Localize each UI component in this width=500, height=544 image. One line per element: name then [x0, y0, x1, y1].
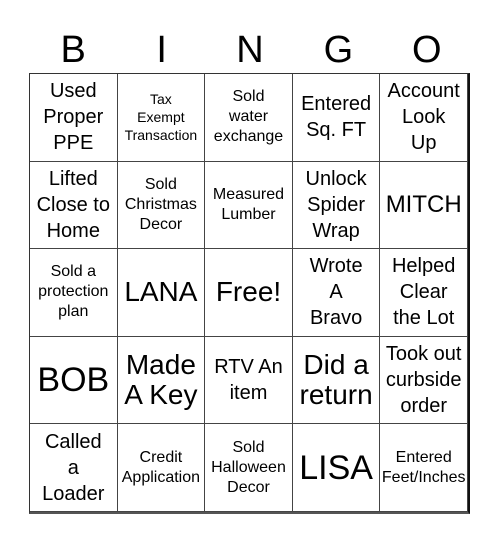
cell-label: Sold a protection plan	[38, 263, 109, 321]
bingo-cell[interactable]: BOB	[30, 336, 118, 425]
cell-label: LANA	[124, 276, 198, 308]
bingo-cell[interactable]: Did a return	[292, 336, 381, 425]
cell-label: Unlock Spider Wrap	[305, 167, 367, 242]
cell-label: Took out curbside order	[385, 343, 462, 418]
cell-label: Entered Feet/Inches	[381, 448, 466, 486]
cell-label: Free!	[215, 276, 282, 308]
cell-label: Credit Application	[121, 448, 201, 486]
bingo-cell[interactable]: Lifted Close to Home	[30, 161, 118, 250]
bingo-cell[interactable]: Called a Loader	[30, 424, 118, 512]
cell-label: Helped Clear the Lot	[391, 255, 456, 330]
cell-label: Entered Sq. FT	[301, 93, 372, 142]
cell-label: Wrote A Bravo	[309, 255, 363, 330]
cell-label: Measured Lumber	[212, 185, 285, 223]
cell-label: Called a Loader	[42, 430, 105, 505]
cell-label: Sold Christmas Decor	[124, 175, 197, 233]
bingo-cell[interactable]: Made A Key	[117, 336, 206, 425]
bingo-cell[interactable]: Took out curbside order	[380, 336, 468, 425]
cell-label: RTV An item	[214, 356, 283, 405]
cell-label: LISA	[299, 448, 373, 487]
bingo-cell[interactable]: Entered Sq. FT	[292, 74, 381, 162]
cell-label: Account Look Up	[387, 80, 460, 155]
cell-label: Sold Halloween Decor	[211, 438, 286, 496]
header-letter-b: B	[60, 29, 86, 71]
free-space-cell[interactable]: Free!	[205, 249, 293, 337]
bingo-cell[interactable]: Measured Lumber	[205, 161, 293, 250]
bingo-cell[interactable]: Sold a protection plan	[30, 249, 118, 337]
bingo-cell[interactable]: Account Look Up	[380, 74, 468, 162]
cell-label: Sold water exchange	[213, 88, 284, 146]
bingo-cell[interactable]: Used Proper PPE	[30, 74, 118, 162]
bingo-cell[interactable]: RTV An item	[205, 336, 293, 425]
bingo-cell[interactable]: Sold water exchange	[205, 74, 293, 162]
cell-label: MITCH	[385, 191, 462, 219]
header-letter-i: I	[156, 29, 167, 71]
header-letter-g: G	[323, 29, 354, 71]
bingo-cell[interactable]: Sold Christmas Decor	[117, 161, 206, 250]
cell-label: Used Proper PPE	[43, 80, 104, 155]
bingo-header: B I N G O	[29, 28, 471, 72]
bingo-cell[interactable]: Credit Application	[117, 424, 206, 512]
bingo-cell[interactable]: Sold Halloween Decor	[205, 424, 293, 512]
cell-label: BOB	[37, 361, 110, 400]
bingo-cell[interactable]: LISA	[292, 424, 381, 512]
bingo-cell[interactable]: Tax Exempt Transaction	[117, 74, 206, 162]
bingo-cell[interactable]: Wrote A Bravo	[292, 249, 381, 337]
cell-label: Lifted Close to Home	[36, 167, 110, 242]
cell-label: Made A Key	[124, 349, 198, 411]
bingo-cell[interactable]: Helped Clear the Lot	[380, 249, 468, 337]
cell-label: Did a return	[299, 349, 373, 411]
bingo-cell[interactable]: MITCH	[380, 161, 468, 250]
cell-label: Tax Exempt Transaction	[124, 91, 198, 144]
bingo-cell[interactable]: Unlock Spider Wrap	[292, 161, 381, 250]
bingo-cell[interactable]: Entered Feet/Inches	[380, 424, 468, 512]
bingo-board: Used Proper PPE Tax Exempt Transaction Sol…	[29, 73, 470, 514]
bingo-cell[interactable]: LANA	[117, 249, 206, 337]
header-letter-n: N	[236, 29, 264, 71]
header-letter-o: O	[412, 29, 442, 71]
